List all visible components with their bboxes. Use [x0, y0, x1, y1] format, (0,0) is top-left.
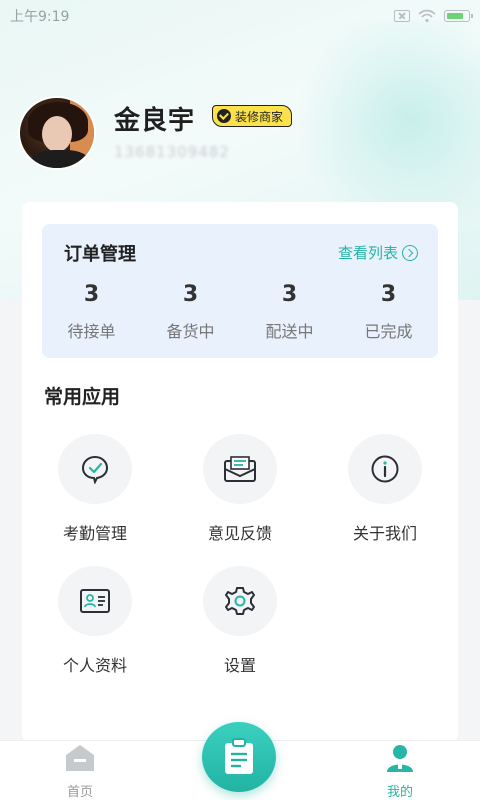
order-management-panel: 订单管理 查看列表 3 待接单 3 备货中 3 配送中 3 已完成 — [42, 224, 438, 358]
user-phone: 13681309482 — [114, 143, 230, 161]
stat-pending[interactable]: 3 待接单 — [42, 282, 141, 342]
stat-count: 3 — [182, 282, 199, 307]
nav-mine-label: 我的 — [386, 785, 413, 800]
attendance-icon — [81, 455, 109, 484]
stat-delivering[interactable]: 3 配送中 — [240, 282, 339, 342]
app-label: 意见反馈 — [207, 524, 272, 543]
order-title: 订单管理 — [64, 244, 136, 265]
main-card: 订单管理 查看列表 3 待接单 3 备货中 3 配送中 3 已完成 常用应用 考… — [22, 202, 458, 742]
stat-count: 3 — [281, 282, 298, 307]
nav-home[interactable]: 首页 — [30, 741, 130, 800]
battery-icon — [444, 10, 473, 22]
badge-check-icon — [217, 109, 231, 123]
profile-card-icon — [80, 589, 110, 613]
app-settings[interactable]: 设置 — [167, 566, 313, 676]
stat-completed[interactable]: 3 已完成 — [339, 282, 438, 342]
app-label: 个人资料 — [62, 656, 127, 675]
clipboard-icon — [225, 738, 253, 774]
common-apps-title: 常用应用 — [44, 386, 121, 408]
stat-preparing[interactable]: 3 备货中 — [141, 282, 240, 342]
nav-home-label: 首页 — [66, 785, 93, 800]
stat-label: 已完成 — [364, 322, 413, 341]
app-label: 设置 — [223, 656, 256, 675]
view-list-label: 查看列表 — [337, 244, 398, 262]
feedback-icon — [224, 456, 256, 482]
avatar[interactable] — [18, 96, 96, 170]
view-list-link[interactable]: 查看列表 — [338, 242, 418, 263]
home-icon — [66, 745, 94, 771]
app-feedback[interactable]: 意见反馈 — [167, 434, 313, 544]
nav-mine[interactable]: 我的 — [350, 741, 450, 800]
user-icon — [387, 745, 413, 772]
app-attendance[interactable]: 考勤管理 — [22, 434, 168, 544]
info-icon — [371, 455, 399, 483]
badge-label: 装修商家 — [235, 109, 284, 124]
app-icon-circle — [58, 566, 132, 636]
user-name: 金良宇 — [114, 106, 196, 136]
app-icon-circle — [348, 434, 422, 504]
stat-count: 3 — [380, 282, 397, 307]
app-label: 关于我们 — [352, 524, 417, 543]
stat-label: 配送中 — [265, 322, 314, 341]
order-stats: 3 待接单 3 备货中 3 配送中 3 已完成 — [42, 282, 438, 342]
app-icon-circle — [203, 434, 277, 504]
no-sim-icon — [394, 10, 410, 22]
status-bar: 上午9:19 — [0, 0, 480, 32]
gear-icon — [225, 587, 255, 615]
stat-count: 3 — [83, 282, 100, 307]
merchant-badge: 装修商家 — [212, 105, 293, 127]
app-profile[interactable]: 个人资料 — [22, 566, 168, 676]
app-about[interactable]: 关于我们 — [312, 434, 458, 544]
chevron-right-circle-icon — [402, 244, 418, 261]
wifi-icon — [418, 9, 436, 23]
app-label: 考勤管理 — [62, 524, 127, 543]
app-icon-circle — [58, 434, 132, 504]
stat-label: 备货中 — [166, 322, 215, 341]
stat-label: 待接单 — [67, 322, 116, 341]
app-icon-circle — [203, 566, 277, 636]
status-time: 上午9:19 — [10, 9, 70, 25]
status-icons — [394, 9, 473, 23]
nav-center-orders-button[interactable] — [202, 722, 276, 792]
